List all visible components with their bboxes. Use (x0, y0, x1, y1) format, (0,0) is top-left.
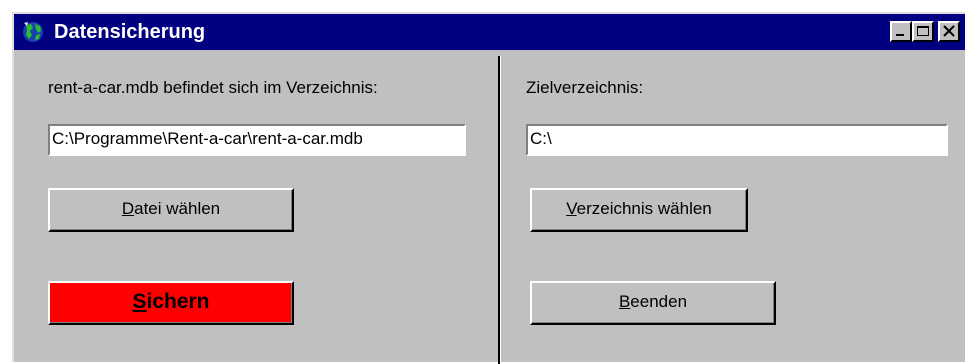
close-icon (943, 25, 955, 37)
choose-file-button[interactable]: Datei wählen (48, 188, 294, 232)
minimize-button[interactable] (890, 21, 912, 42)
choose-directory-button-label: erzeichnis wählen (576, 199, 712, 218)
save-button[interactable]: Sichern (48, 281, 294, 325)
exit-button-label: eenden (630, 292, 688, 311)
choose-directory-button-mnemonic: V (566, 199, 577, 218)
exit-button-mnemonic: B (618, 292, 631, 311)
choose-directory-button[interactable]: Verzeichnis wählen (530, 188, 748, 232)
window-title: Datensicherung (54, 21, 206, 43)
source-location-label: rent-a-car.mdb befindet sich im Verzeich… (48, 78, 378, 97)
save-button-mnemonic: S (132, 290, 147, 313)
source-path-field[interactable]: C:\Programme\Rent-a-car\rent-a-car.mdb (48, 124, 466, 156)
title-bar[interactable]: Datensicherung (14, 14, 965, 50)
close-button[interactable] (938, 21, 960, 42)
globe-icon (20, 20, 46, 44)
exit-button[interactable]: Beenden (530, 281, 776, 325)
choose-file-button-label: atei wählen (134, 199, 221, 218)
target-directory-label: Zielverzeichnis: (526, 78, 644, 97)
maximize-icon (917, 26, 929, 36)
save-button-label: ichern (146, 290, 210, 313)
minimize-icon (896, 34, 904, 36)
target-path-field[interactable]: C:\ (526, 124, 948, 156)
choose-file-button-mnemonic: D (121, 199, 135, 218)
backup-dialog-window: Datensicherung rent-a-car.mdb befindet s… (12, 12, 965, 364)
panel-divider (498, 56, 501, 364)
maximize-button[interactable] (912, 21, 934, 42)
